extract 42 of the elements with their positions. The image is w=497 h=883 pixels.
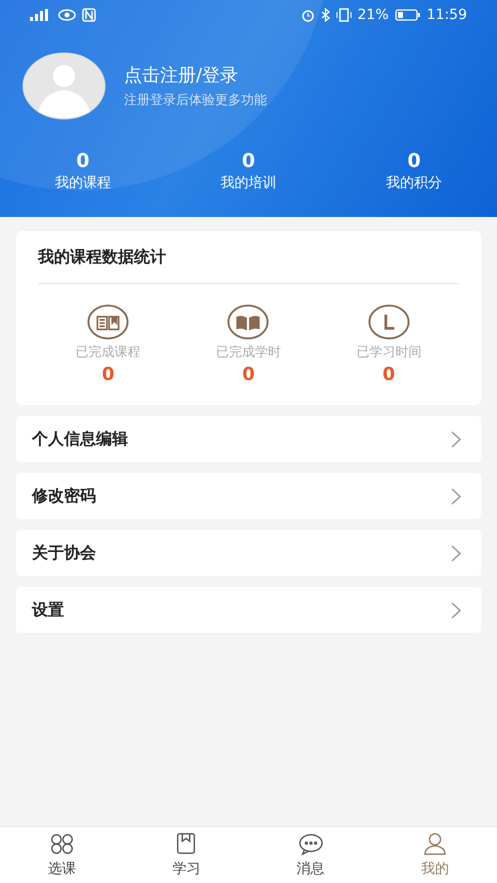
clock-icon (366, 304, 411, 340)
chevron-icon (451, 544, 461, 562)
menu-row[interactable]: 关于协会 (16, 530, 481, 576)
avatar-icon[interactable] (22, 52, 106, 120)
menu-row[interactable]: 个人信息编辑 (16, 416, 481, 462)
card-title: 我的课程数据统计 (38, 246, 166, 268)
counter-value: 0 (408, 150, 421, 172)
alarm-icon (300, 8, 315, 22)
chat-icon (298, 832, 324, 856)
menu-row[interactable]: 修改密码 (16, 473, 481, 519)
vibrate-icon (336, 8, 352, 22)
book-icon (86, 304, 130, 340)
counter-value: 0 (76, 150, 90, 172)
counter-value: 0 (242, 150, 256, 172)
chevron-icon (451, 430, 461, 448)
battery-percent: 21% (358, 7, 389, 23)
person-icon (422, 832, 448, 856)
clock-time: 11:59 (426, 7, 467, 23)
stat-label: 已完成学时 (216, 344, 281, 361)
login-subtitle: 注册登录后体验更多功能 (124, 92, 267, 109)
stat-label: 已学习时间 (356, 344, 422, 361)
chevron-icon (451, 602, 461, 618)
counter-label[interactable]: 我的培训 (220, 174, 276, 192)
tab[interactable]: 消息 (248, 827, 373, 883)
tab[interactable]: 选课 (0, 827, 124, 883)
counter-label[interactable]: 我的积分 (386, 174, 442, 192)
menu-row[interactable]: 设置 (16, 587, 481, 633)
nfc-icon (82, 8, 96, 22)
login-link[interactable]: 点击注册/登录 (124, 63, 238, 87)
bluetooth-icon (320, 8, 330, 22)
counter-label[interactable]: 我的课程 (54, 174, 111, 192)
stat-label: 已完成课程 (76, 344, 141, 361)
grid-icon (49, 832, 76, 856)
tab[interactable]: 学习 (124, 827, 248, 883)
eye-icon (58, 9, 76, 21)
stat-value: 0 (382, 364, 396, 385)
tab[interactable]: 我的 (372, 827, 497, 883)
stat-value: 0 (242, 364, 255, 385)
stat-value: 0 (102, 364, 114, 385)
battery-icon (394, 9, 421, 21)
chevron-icon (451, 488, 461, 504)
open-book-icon (226, 304, 270, 340)
